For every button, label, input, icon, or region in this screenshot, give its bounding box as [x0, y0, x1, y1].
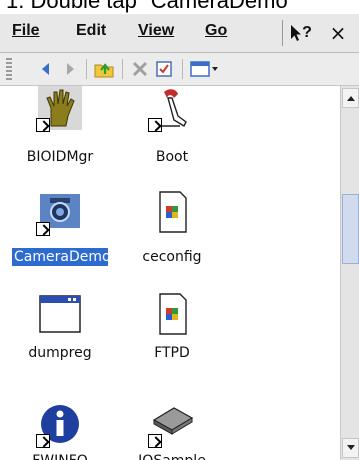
hand-icon: [36, 86, 82, 132]
menu-file[interactable]: File: [12, 22, 40, 40]
menu-edit[interactable]: Edit: [76, 22, 106, 40]
scroll-down-button[interactable]: [342, 438, 359, 458]
document-icon: [150, 292, 194, 336]
shortcut-overlay-icon: [148, 434, 162, 448]
scroll-down-arrow-icon: [346, 445, 355, 450]
help-button[interactable]: ?: [282, 20, 319, 46]
shortcut-overlay-icon: [36, 118, 50, 132]
view-menu-icon: [190, 61, 218, 77]
menu-view[interactable]: View: [138, 22, 174, 40]
file-label: IOSample: [136, 452, 208, 460]
back-arrow-icon: [42, 63, 49, 75]
menu-go[interactable]: Go: [205, 22, 227, 40]
shortcut-overlay-icon: [148, 118, 162, 132]
scroll-up-arrow-icon: [346, 96, 355, 101]
forward-button[interactable]: [58, 57, 82, 81]
menu-bar: File Edit View Go ? ×: [0, 14, 359, 53]
info-icon: [36, 402, 82, 448]
file-label: CameraDemo: [12, 248, 111, 266]
scroll-thumb[interactable]: [342, 194, 359, 264]
scroll-up-button[interactable]: [342, 88, 359, 108]
toolbar-separator: [122, 59, 123, 79]
toolbar: [0, 53, 359, 86]
shortcut-overlay-icon: [36, 222, 50, 236]
window-icon: [38, 292, 82, 336]
forward-arrow-icon: [67, 63, 74, 75]
back-button[interactable]: [34, 57, 58, 81]
up-folder-button[interactable]: [92, 57, 116, 81]
properties-button[interactable]: [152, 57, 176, 81]
delete-button[interactable]: [128, 57, 152, 81]
close-icon: ×: [329, 21, 347, 45]
shortcut-overlay-icon: [36, 434, 50, 448]
instruction-caption: 1. Double tap "CameraDemo": [6, 0, 296, 13]
close-button[interactable]: ×: [323, 19, 353, 47]
help-label: ?: [302, 24, 312, 41]
file-list: BIOIDMgr Boot CameraDemo ceconfig dumpre…: [0, 86, 340, 460]
file-label: ceconfig: [142, 249, 202, 265]
document-icon: [150, 190, 194, 234]
file-label: BIOIDMgr: [26, 149, 94, 165]
up-folder-icon: [94, 63, 114, 78]
vertical-scrollbar[interactable]: [340, 86, 359, 460]
chip-icon: [148, 402, 194, 448]
delete-icon: [132, 61, 148, 77]
file-label: FWINFO: [30, 452, 90, 460]
toolbar-separator: [182, 59, 183, 79]
file-label: FTPD: [154, 345, 190, 361]
toolbar-grip[interactable]: [6, 58, 12, 80]
view-menu-button[interactable]: [188, 57, 222, 81]
file-label: dumpreg: [28, 345, 92, 361]
pointer-icon: [291, 25, 302, 41]
camera-icon: [36, 190, 82, 236]
properties-icon: [156, 61, 172, 77]
file-label: Boot: [155, 149, 189, 165]
boot-icon: [148, 86, 194, 132]
toolbar-separator: [86, 59, 87, 79]
